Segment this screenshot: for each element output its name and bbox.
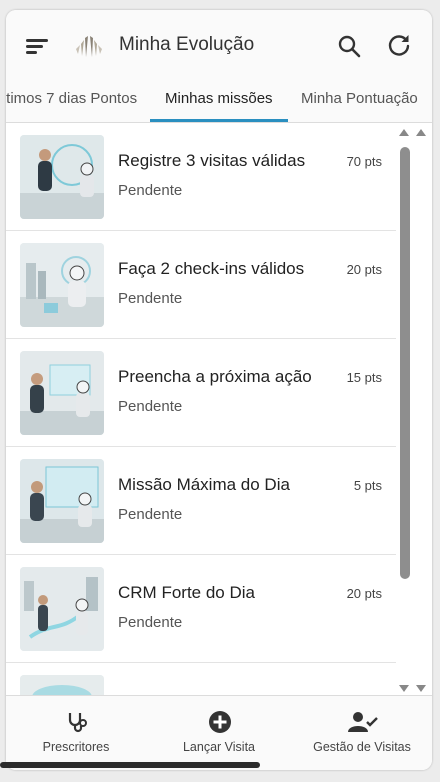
active-tab-indicator [150,119,288,122]
mission-points: 20 pts [346,586,382,601]
menu-icon[interactable] [26,37,48,55]
app-title: Minha Evolução [119,34,255,55]
scroll-up-arrow[interactable] [416,129,426,136]
app-window: Minha Evolução Últimos 7 dias Pontos Min… [6,10,432,770]
mission-status: Pendente [118,290,183,307]
mission-status: Pendente [118,506,183,523]
stethoscope-icon [68,713,87,733]
nav-label: Prescritores [42,740,110,754]
mission-status: Pendente [118,614,183,631]
mission-title: Missão Máxima do Dia [118,475,290,494]
scroll-up-arrow[interactable] [399,129,409,136]
mission-status: Pendente [118,182,183,199]
mission-thumbnail [20,567,104,651]
refresh-icon[interactable] [386,32,412,58]
mission-title: CRM Forte do Dia [118,583,255,602]
mission-title: Registre 3 visitas válidas [118,151,306,170]
scrollbar-thumb[interactable] [400,147,410,579]
mission-points: 15 pts [346,370,382,385]
nav-label: Lançar Visita [182,740,256,754]
mission-title: Preencha a próxima ação [118,367,312,386]
wings-logo-icon [76,36,102,57]
mission-points: 20 pts [346,262,382,277]
app-bar: Minha Evolução [6,10,432,80]
mission-item[interactable]: Faça 2 check-ins válidos Pendente 20 pts [6,231,396,339]
missions-list: Registre 3 visitas válidas Pendente 70 p… [6,123,432,695]
mission-thumbnail [20,243,104,327]
nav-label: Gestão de Visitas [313,740,411,754]
search-icon[interactable] [337,34,361,58]
mission-thumbnail [20,675,104,695]
mission-points: 70 pts [346,154,382,169]
mission-item[interactable]: Missão Máxima do Dia Pendente 5 pts [6,447,396,555]
mission-thumbnail [20,135,104,219]
scroll-down-arrow[interactable] [416,685,426,692]
home-indicator [0,762,260,768]
mission-item[interactable]: CRM Forte do Dia Pendente 20 pts [6,555,396,663]
tab-my-score[interactable]: Minha Pontuação [301,80,418,122]
mission-item[interactable]: Registre 3 visitas válidas Pendente 70 p… [6,123,396,231]
mission-thumbnail [20,459,104,543]
mission-status: Pendente [118,398,183,415]
mission-thumbnail [20,351,104,435]
bottom-navigation: Prescritores Lançar Visita Gestão de Vis… [6,695,432,770]
user-check-icon [348,712,378,732]
mission-points: 5 pts [353,478,382,493]
nav-gestao-de-visitas[interactable]: Gestão de Visitas [302,696,422,770]
nav-prescritores[interactable]: Prescritores [16,696,136,770]
nav-lancar-visita[interactable]: Lançar Visita [159,696,279,770]
mission-item[interactable] [6,663,396,695]
mission-item[interactable]: Preencha a próxima ação Pendente 15 pts [6,339,396,447]
mission-title: Faça 2 check-ins válidos [118,259,305,278]
add-circle-icon [209,711,231,733]
tab-bar: Últimos 7 dias Pontos Minhas missões Min… [6,80,432,123]
tab-last-7-days-points[interactable]: Últimos 7 dias Pontos [6,80,137,122]
scroll-down-arrow[interactable] [399,685,409,692]
tab-my-missions[interactable]: Minhas missões [165,80,273,122]
